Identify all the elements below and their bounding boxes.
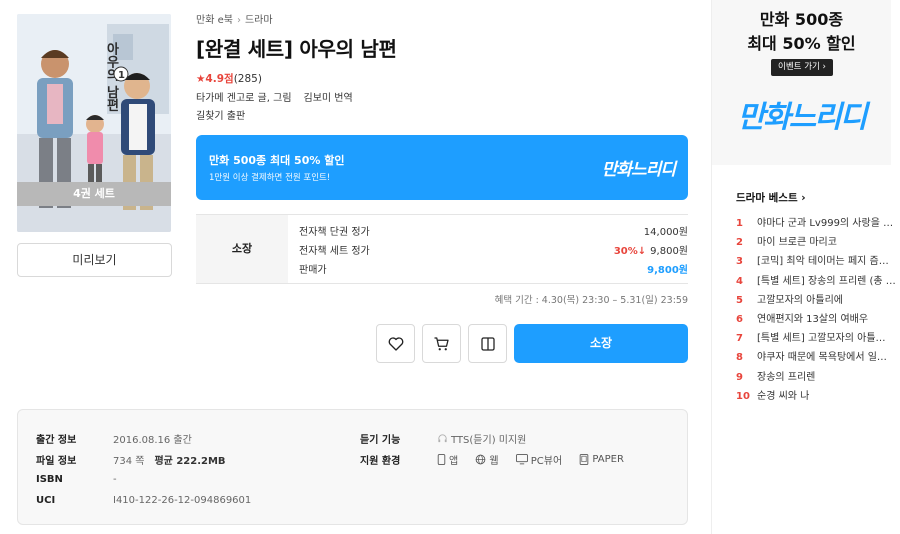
right-sidebar: 만화 500종 최대 50% 할인 이벤트 가기 › 만화느리디 드라마 베스트… bbox=[711, 0, 900, 534]
price-row-label: 전자책 세트 정가 bbox=[299, 246, 370, 257]
info-label: UCI bbox=[36, 495, 56, 506]
list-item[interactable]: 9 장송의 프리렌 bbox=[736, 368, 896, 387]
list-item[interactable]: 1 야마다 군과 Lv999의 사랑을 … bbox=[736, 214, 896, 233]
price-row-value: 14,000원 bbox=[643, 227, 688, 238]
breadcrumb: 만화 e북 › 드라마 bbox=[196, 11, 273, 26]
breadcrumb-genre[interactable]: 드라마 bbox=[245, 15, 273, 26]
rating[interactable]: ★4.9점(285) bbox=[196, 71, 262, 86]
list-item[interactable]: 8 야쿠자 때문에 목욕탕에서 일… bbox=[736, 348, 896, 367]
set-badge: 4권 세트 bbox=[17, 182, 171, 206]
promo-subtitle: 1만원 이상 결제하면 전원 포인트! bbox=[209, 173, 331, 183]
cover-volume: 1 bbox=[118, 70, 125, 81]
price-row: 전자책 단권 정가 14,000원 bbox=[299, 223, 688, 238]
promo-title: 만화 500종 최대 50% 할인 bbox=[209, 154, 345, 167]
info-value: I410-122-26-12-094869601 bbox=[113, 495, 252, 506]
file-size: 평균 222.2MB bbox=[154, 456, 226, 467]
info-label: 출간 정보 bbox=[36, 435, 77, 446]
breadcrumb-category[interactable]: 만화 e북 bbox=[196, 15, 233, 26]
headphones-icon bbox=[438, 434, 447, 443]
rating-count: (285) bbox=[233, 73, 262, 85]
monitor-icon bbox=[515, 454, 528, 465]
event-button[interactable]: 이벤트 가기 › bbox=[771, 59, 833, 76]
info-value: 2016.08.16 출간 bbox=[113, 435, 192, 446]
wishlist-button[interactable] bbox=[376, 324, 415, 363]
list-item[interactable]: 3 [코믹] 최악 테이머는 페지 즘… bbox=[736, 252, 896, 271]
list-item[interactable]: 2 마이 브로큰 마리코 bbox=[736, 233, 896, 252]
price-row-value: 9,800원 bbox=[650, 246, 688, 257]
env-pc: PC뷰어 bbox=[515, 452, 562, 467]
list-item[interactable]: 7 [특별 세트] 고깔모자의 아틀… bbox=[736, 329, 896, 348]
list-item[interactable]: 6 연애편지와 13살의 여배우 bbox=[736, 310, 896, 329]
info-label: 지원 환경 bbox=[360, 456, 401, 467]
price-table: 소장 전자책 단권 정가 14,000원 전자책 세트 정가 30%↓ 9,800… bbox=[196, 214, 688, 284]
book-cover[interactable]: 아우의 남편 1 4권 세트 bbox=[17, 14, 171, 232]
rating-score: 4.9점 bbox=[205, 73, 234, 85]
env-app: 앱 bbox=[437, 452, 458, 467]
ad-logo: 만화느리디 bbox=[737, 100, 868, 135]
ereader-icon bbox=[580, 454, 589, 465]
ad-subheadline: 최대 50% 할인 bbox=[747, 34, 856, 53]
benefit-period: 혜택 기간 : 4.30(목) 23:30 – 5.31(일) 23:59 bbox=[494, 295, 688, 306]
page-title: [완결 세트] 아우의 남편 bbox=[196, 37, 397, 61]
list-item[interactable]: 5 고깔모자의 아틀리에 bbox=[736, 291, 896, 310]
sale-price: 9,800원 bbox=[647, 265, 688, 276]
best-list-title[interactable]: 드라마 베스트 › bbox=[736, 190, 806, 205]
env-paper: PAPER bbox=[579, 454, 624, 465]
ad-headline: 만화 500종 bbox=[759, 10, 844, 29]
price-section-label: 소장 bbox=[196, 215, 288, 283]
buy-button[interactable]: 소장 bbox=[514, 324, 688, 363]
library-button[interactable] bbox=[468, 324, 507, 363]
promo-logo: 만화느리디 bbox=[601, 160, 676, 180]
publisher-link[interactable]: 길찾기 출판 bbox=[196, 107, 245, 122]
author-link[interactable]: 타가메 겐고로 글, 그림 bbox=[196, 93, 292, 104]
translator-link[interactable]: 김보미 번역 bbox=[304, 93, 353, 104]
page-count: 734 쪽 bbox=[113, 456, 145, 467]
cart-icon bbox=[434, 336, 449, 350]
heart-icon bbox=[388, 336, 403, 351]
star-icon: ★ bbox=[196, 73, 206, 85]
sidebar-ad[interactable]: 만화 500종 최대 50% 할인 이벤트 가기 › 만화느리디 bbox=[712, 0, 891, 165]
price-row: 판매가 9,800원 bbox=[299, 261, 688, 276]
cart-button[interactable] bbox=[422, 324, 461, 363]
globe-icon bbox=[476, 454, 486, 465]
info-label: 파일 정보 bbox=[36, 456, 77, 467]
price-row: 전자책 세트 정가 30%↓ 9,800원 bbox=[299, 242, 688, 257]
discount-rate: 30%↓ bbox=[613, 246, 647, 257]
list-item[interactable]: 4 [특별 세트] 장송의 프리렌 (총 … bbox=[736, 272, 896, 291]
book-info-panel: 출간 정보 2016.08.16 출간 파일 정보 734 쪽 평균 222.2M… bbox=[17, 409, 688, 525]
price-row-label: 판매가 bbox=[299, 265, 327, 276]
tts-status: TTS(듣기) 미지원 bbox=[451, 435, 527, 446]
info-value: - bbox=[113, 474, 117, 485]
preview-button[interactable]: 미리보기 bbox=[17, 243, 172, 277]
list-item[interactable]: 10 순경 씨와 나 bbox=[736, 387, 896, 406]
authors: 타가메 겐고로 글, 그림 김보미 번역 bbox=[196, 89, 353, 104]
promo-banner[interactable]: 만화 500종 최대 50% 할인 1만원 이상 결제하면 전원 포인트! 만화… bbox=[196, 135, 688, 200]
env-web: 웹 bbox=[475, 452, 499, 467]
info-label: 듣기 기능 bbox=[360, 435, 401, 446]
best-list: 1 야마다 군과 Lv999의 사랑을 … 2 마이 브로큰 마리코 3 [코믹] 최… bbox=[736, 214, 896, 406]
phone-icon bbox=[437, 454, 446, 465]
info-label: ISBN bbox=[36, 474, 63, 485]
breadcrumb-separator-icon: › bbox=[236, 15, 241, 26]
book-icon bbox=[480, 336, 495, 351]
price-row-label: 전자책 단권 정가 bbox=[299, 227, 370, 238]
